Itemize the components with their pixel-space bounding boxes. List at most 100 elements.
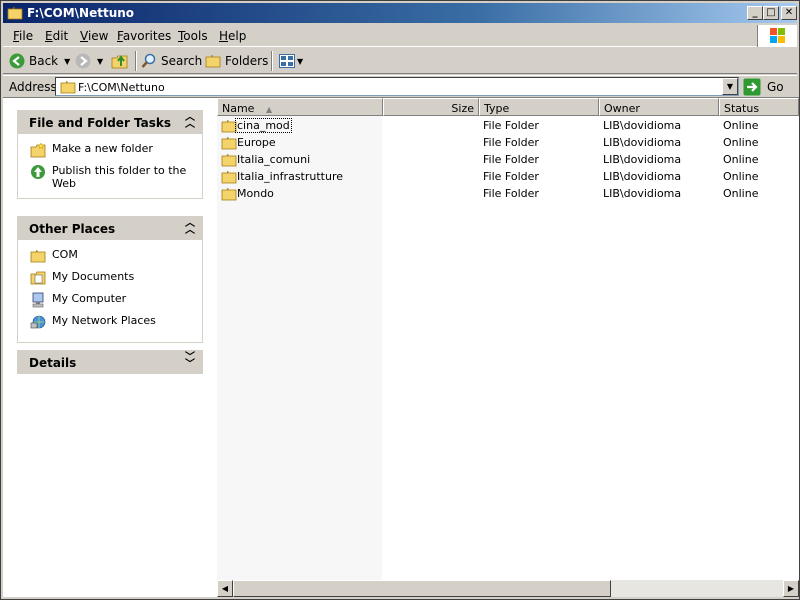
task-make-new-folder[interactable]: Make a new folder — [18, 142, 202, 162]
column-header-status[interactable]: Status — [719, 98, 799, 116]
content-area: File and Folder Tasks ︿ ︿ Make a new fold… — [3, 97, 799, 597]
go-arrow-icon — [743, 78, 761, 96]
table-row[interactable]: Europe File Folder LIB\dovidioma Online — [217, 134, 799, 151]
column-header-label: Size — [451, 102, 474, 115]
place-label: My Documents — [52, 270, 135, 283]
file-list[interactable]: Name ▲ Size Type Owner Status cina_mod F… — [217, 98, 799, 580]
task-label: Make a new folder — [52, 142, 153, 155]
details-header[interactable]: Details ﹀ ﹀ — [17, 350, 203, 374]
menu-edit[interactable]: Edit — [45, 29, 68, 43]
table-row[interactable]: cina_mod File Folder LIB\dovidioma Onlin… — [217, 117, 799, 134]
file-folder-tasks-header[interactable]: File and Folder Tasks ︿ ︿ — [17, 110, 203, 134]
address-dropdown-button[interactable]: ▼ — [722, 78, 738, 95]
place-label: My Computer — [52, 292, 127, 305]
address-input[interactable]: F:\COM\Nettuno ▼ — [55, 77, 739, 96]
new-folder-icon — [30, 142, 46, 158]
go-button[interactable]: Go — [743, 78, 784, 96]
place-my-documents[interactable]: My Documents — [18, 270, 202, 290]
collapse-chevron-icon[interactable]: ︿ ︿ — [185, 113, 195, 130]
forward-dropdown-icon[interactable]: ▼ — [97, 57, 103, 66]
row-type: File Folder — [483, 187, 539, 200]
folder-icon — [221, 153, 237, 167]
views-dropdown-icon[interactable]: ▼ — [297, 57, 303, 66]
maximize-button[interactable]: □ — [763, 6, 779, 20]
other-places-panel: Other Places ︿ ︿ COM My Documents My Com… — [17, 216, 203, 343]
minimize-button[interactable]: _ — [747, 6, 763, 20]
title-bar[interactable]: F:\COM\Nettuno _ □ ✕ — [3, 3, 797, 23]
folder-icon — [221, 187, 237, 201]
folders-label: Folders — [225, 54, 269, 68]
row-owner: LIB\dovidioma — [603, 119, 682, 132]
close-button[interactable]: ✕ — [781, 6, 797, 20]
row-type: File Folder — [483, 136, 539, 149]
up-folder-icon — [111, 55, 128, 69]
search-button[interactable]: Search — [141, 52, 202, 70]
my-computer-icon — [32, 292, 44, 308]
other-places-header[interactable]: Other Places ︿ ︿ — [17, 216, 203, 240]
file-folder-tasks-panel: File and Folder Tasks ︿ ︿ Make a new fold… — [17, 110, 203, 199]
folder-icon — [7, 6, 23, 20]
toolbar-separator — [135, 51, 137, 71]
menu-view[interactable]: View — [80, 29, 108, 43]
row-owner: LIB\dovidioma — [603, 153, 682, 166]
column-header-label: Name — [222, 102, 255, 115]
address-bar: Address F:\COM\Nettuno ▼ Go — [3, 75, 797, 97]
task-publish-to-web[interactable]: Publish this folder to the Web — [18, 164, 202, 190]
row-status: Online — [723, 153, 759, 166]
folder-icon — [221, 170, 237, 184]
sort-ascending-icon: ▲ — [265, 105, 273, 114]
forward-button[interactable]: ▼ — [75, 52, 103, 70]
scroll-left-button[interactable]: ◀ — [217, 580, 233, 597]
expand-chevron-icon[interactable]: ﹀ ﹀ — [185, 353, 195, 370]
menu-favorites[interactable]: Favorites — [117, 29, 171, 43]
folders-button[interactable]: Folders — [205, 52, 268, 70]
window-title: F:\COM\Nettuno — [27, 6, 135, 20]
place-com[interactable]: COM — [18, 248, 202, 268]
column-header-owner[interactable]: Owner — [599, 98, 719, 116]
row-status: Online — [723, 136, 759, 149]
column-header-name[interactable]: Name ▲ — [217, 98, 383, 116]
views-icon — [279, 54, 295, 68]
collapse-chevron-icon[interactable]: ︿ ︿ — [185, 219, 195, 236]
task-label: Publish this folder to the Web — [52, 164, 187, 190]
scroll-thumb[interactable] — [233, 580, 611, 597]
folders-icon — [205, 54, 221, 68]
folder-icon — [60, 80, 76, 94]
back-dropdown-icon[interactable]: ▼ — [64, 57, 70, 66]
panel-title: File and Folder Tasks — [29, 116, 172, 130]
place-my-computer[interactable]: My Computer — [18, 292, 202, 312]
toolbar-separator — [271, 51, 273, 71]
windows-logo-icon — [757, 25, 797, 47]
scroll-right-button[interactable]: ▶ — [783, 580, 799, 597]
column-header-label: Status — [724, 102, 760, 115]
menu-help[interactable]: Help — [219, 29, 246, 43]
row-owner: LIB\dovidioma — [603, 136, 682, 149]
row-name: cina_mod — [235, 118, 292, 133]
task-pane: File and Folder Tasks ︿ ︿ Make a new fold… — [3, 98, 215, 580]
column-header-type[interactable]: Type — [479, 98, 599, 116]
network-places-icon — [30, 315, 46, 329]
table-row[interactable]: Mondo File Folder LIB\dovidioma Online — [217, 185, 799, 202]
table-row[interactable]: Italia_comuni File Folder LIB\dovidioma … — [217, 151, 799, 168]
back-label: Back — [29, 54, 59, 68]
explorer-window: F:\COM\Nettuno _ □ ✕ File Edit View Favo… — [0, 0, 800, 600]
place-my-network-places[interactable]: My Network Places — [18, 314, 202, 334]
place-label: My Network Places — [52, 314, 156, 327]
panel-title: Details — [29, 356, 77, 370]
back-button[interactable]: Back ▼ — [9, 52, 70, 70]
horizontal-scrollbar[interactable]: ◀ ▶ — [217, 580, 799, 597]
views-button[interactable]: ▼ — [279, 52, 303, 70]
row-name: Italia_comuni — [237, 153, 311, 166]
details-panel: Details ﹀ ﹀ — [17, 350, 203, 374]
folder-icon — [221, 119, 237, 133]
table-row[interactable]: Italia_infrastrutture File Folder LIB\do… — [217, 168, 799, 185]
menu-bar: File Edit View Favorites Tools Help — [3, 25, 797, 47]
menu-tools[interactable]: Tools — [178, 29, 208, 43]
row-type: File Folder — [483, 153, 539, 166]
panel-title: Other Places — [29, 222, 116, 236]
menu-file[interactable]: File — [13, 29, 33, 43]
row-type: File Folder — [483, 119, 539, 132]
column-header-label: Type — [484, 102, 510, 115]
up-folder-button[interactable] — [111, 52, 129, 70]
column-header-size[interactable]: Size — [383, 98, 479, 116]
